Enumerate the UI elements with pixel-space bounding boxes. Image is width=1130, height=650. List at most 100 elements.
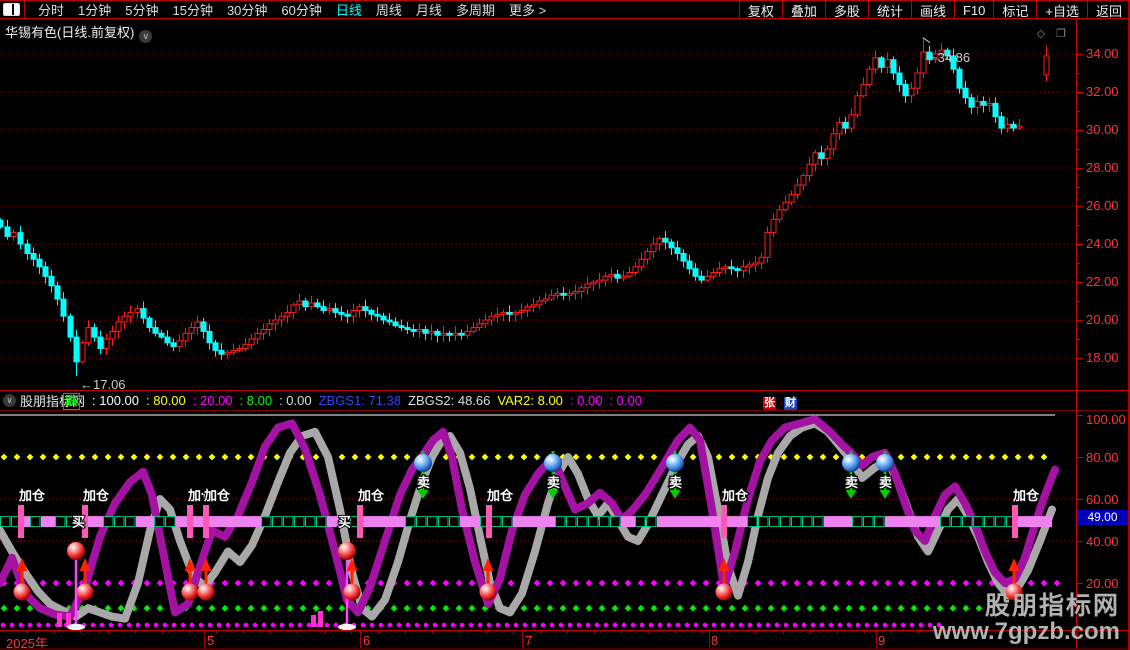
window-split-icon[interactable] — [3, 3, 20, 16]
price-axis-label: 34.00 — [1086, 46, 1119, 61]
ribbon-solid-segment — [136, 516, 154, 528]
toolbar-button[interactable]: 统计 — [867, 1, 911, 19]
candle — [254, 332, 261, 340]
axis-tick — [1077, 130, 1083, 131]
period-button[interactable]: 1分钟 — [71, 0, 118, 19]
price-axis-label: 18.00 — [1086, 350, 1119, 365]
toolbar-button[interactable]: 返回 — [1086, 1, 1130, 19]
candle — [242, 344, 249, 350]
chart-corner-icons[interactable]: ◇ ❐ — [1037, 27, 1070, 40]
candle — [842, 121, 849, 129]
candle — [740, 266, 747, 272]
sell-label: 卖 — [547, 475, 560, 490]
indicator-header: ∨ 股朋指标网: 100.00: 80.00: 20.00: 8.00: 0.0… — [0, 391, 1130, 411]
time-tick — [297, 631, 298, 634]
time-tick — [432, 631, 433, 634]
time-tick — [108, 631, 109, 634]
toolbar-button[interactable]: 标记 — [993, 1, 1036, 19]
period-button[interactable]: 多周期 — [449, 0, 502, 19]
candle — [506, 311, 513, 315]
candle — [374, 313, 381, 317]
main-chart-panel[interactable]: 华锡有色(日线.前复权) ∨ ◇ ❐ 34.00 32.00 30.00 28.00 26… — [0, 19, 1130, 410]
jiacang-label: 加仓 — [1012, 488, 1040, 503]
indicator-header-value: : 0.00 — [569, 393, 603, 408]
indicator-axis-label: 40.00 — [1086, 534, 1119, 549]
sell-sphere — [544, 454, 562, 472]
candle — [806, 163, 813, 177]
period-button[interactable]: 更多 > — [502, 0, 553, 19]
candle — [410, 329, 417, 332]
ribbon-cell — [114, 516, 125, 528]
candle — [416, 329, 423, 332]
toolbar-button[interactable]: 多股 — [824, 1, 868, 19]
ribbon-cell — [813, 516, 824, 528]
period-button[interactable]: 分时 — [31, 0, 71, 19]
price-axis-label: 26.00 — [1086, 198, 1119, 213]
candle — [650, 243, 657, 253]
candle — [146, 317, 153, 329]
candle — [614, 273, 621, 279]
toolbar-button[interactable]: 叠加 — [781, 1, 825, 19]
buy-sphere — [67, 542, 85, 560]
buy-sphere — [715, 583, 733, 601]
indicator-collapse-icon[interactable]: ∨ — [3, 394, 16, 407]
candle — [812, 152, 819, 165]
trading-app-window: 分时 1分钟 5分钟 15分钟 30分钟 60分钟 日线 周线 月线 多周期 更多 > 复权 叠加 多股… — [0, 0, 1130, 650]
jiacang-bar — [1012, 505, 1018, 538]
sell-label: 卖 — [879, 475, 892, 490]
time-tick — [243, 631, 244, 634]
ribbon-cell — [747, 516, 758, 528]
candle — [386, 319, 393, 323]
candle — [602, 275, 609, 281]
candle — [115, 321, 122, 332]
time-tick — [783, 631, 784, 634]
candle — [752, 262, 759, 266]
candle — [824, 148, 831, 159]
ribbon-cell — [874, 516, 885, 528]
toolbar-actions: 复权 叠加 多股 统计 画线 F10 标记 +自选 返回 — [738, 1, 1130, 19]
ribbon-cell — [791, 516, 802, 528]
period-button[interactable]: 60分钟 — [274, 0, 328, 19]
price-axis: 34.00 32.00 30.00 28.00 26.00 24.00 22.00 20.00… — [1076, 19, 1130, 391]
candle — [206, 330, 213, 344]
toolbar-button[interactable]: +自选 — [1036, 1, 1087, 19]
time-tick — [918, 631, 919, 634]
buy-arrow-shaft — [83, 570, 87, 584]
ribbon-cell — [405, 516, 416, 528]
candle — [584, 283, 591, 289]
candle — [770, 218, 777, 234]
toolbar-button[interactable]: 画线 — [910, 1, 954, 19]
ribbon-cell — [316, 516, 327, 528]
candle — [42, 266, 49, 277]
candle — [54, 285, 61, 300]
candle — [536, 300, 543, 306]
level-100-line — [0, 414, 1055, 416]
zero-dot-line — [0, 622, 942, 628]
toolbar-button[interactable]: F10 — [953, 1, 993, 18]
chevron-down-icon[interactable]: ∨ — [139, 30, 153, 43]
period-button[interactable]: 周线 — [369, 0, 409, 19]
period-button[interactable]: 30分钟 — [220, 0, 274, 19]
ribbon-cell — [863, 516, 874, 528]
candle — [296, 300, 303, 306]
candle — [1016, 125, 1023, 129]
candle — [758, 256, 765, 264]
month-divider — [360, 631, 361, 649]
candle — [85, 327, 92, 344]
ribbon-cell — [502, 516, 513, 528]
ribbon-cell — [780, 516, 791, 528]
toolbar-button[interactable]: 复权 — [738, 1, 782, 19]
candle — [494, 313, 501, 317]
time-tick — [540, 631, 541, 634]
time-axis-label: 5 — [207, 633, 215, 648]
ribbon-cell — [758, 516, 769, 528]
candle — [176, 340, 183, 348]
candle — [776, 209, 783, 220]
jiacang-bar — [486, 505, 492, 538]
period-button[interactable]: 5分钟 — [118, 0, 165, 19]
period-button[interactable]: 15分钟 — [165, 0, 219, 19]
period-button[interactable]: 日线 — [329, 0, 369, 19]
candle — [4, 226, 11, 237]
indicator-panel[interactable]: 加仓 加仓 加仓 加仓 加仓 加仓 加仓 加仓买买卖卖卖卖卖 100.00 80.00 60.00… — [0, 411, 1130, 644]
period-button[interactable]: 月线 — [409, 0, 449, 19]
